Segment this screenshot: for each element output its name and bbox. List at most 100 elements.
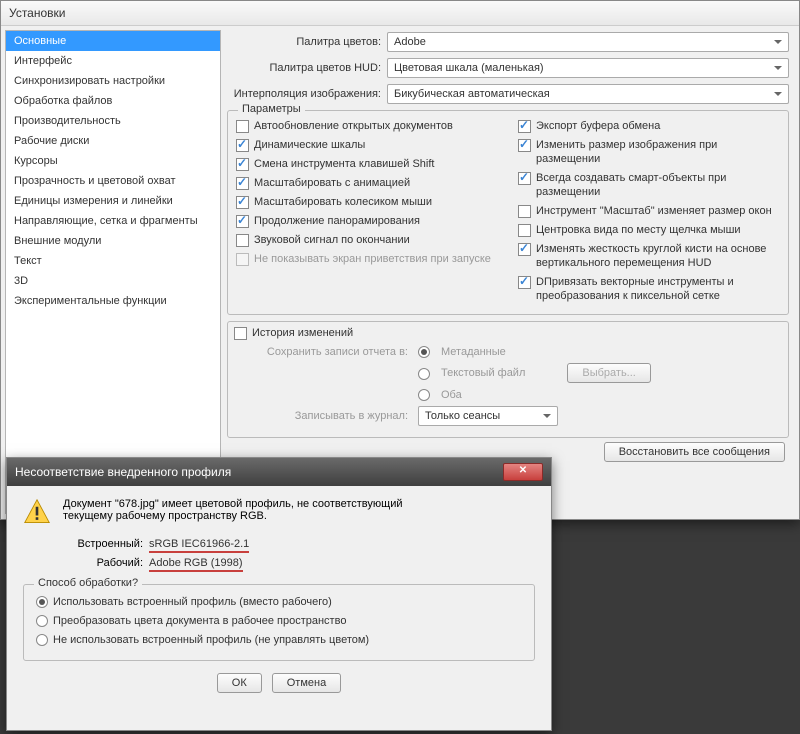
preferences-body: ОсновныеИнтерфейсСинхронизировать настро…: [1, 26, 799, 518]
radio-textfile[interactable]: [418, 368, 430, 380]
checkbox-row: Динамические шкалы: [236, 138, 498, 152]
profile-mismatch-dialog: Несоответствие внедренного профиля ✕ Док…: [6, 457, 552, 731]
sidebar-item[interactable]: Прозрачность и цветовой охват: [6, 171, 220, 191]
dialog-title: Несоответствие внедренного профиля: [15, 465, 231, 479]
checkbox-row: Изменить размер изображения при размещен…: [518, 138, 780, 166]
checkbox[interactable]: [236, 158, 249, 171]
radio-textfile-label: Текстовый файл: [441, 367, 525, 379]
choose-button[interactable]: Выбрать...: [567, 363, 650, 383]
checkbox-row: Звуковой сигнал по окончании: [236, 233, 498, 247]
checkbox-row: Масштабировать колесиком мыши: [236, 195, 498, 209]
dialog-titlebar[interactable]: Несоответствие внедренного профиля ✕: [7, 458, 551, 486]
checkbox[interactable]: [236, 120, 249, 133]
checkbox[interactable]: [236, 215, 249, 228]
radio-both-label: Оба: [441, 389, 462, 401]
checkbox[interactable]: [518, 276, 531, 289]
checkbox-label: Инструмент "Масштаб" изменяет размер око…: [536, 204, 772, 218]
close-icon[interactable]: ✕: [503, 463, 543, 481]
checkbox-row: DПривязать векторные инструменты и преоб…: [518, 275, 780, 303]
checkbox[interactable]: [236, 196, 249, 209]
method-legend: Способ обработки?: [34, 577, 142, 589]
checkbox-row: Инструмент "Масштаб" изменяет размер око…: [518, 204, 780, 218]
working-value: Adobe RGB (1998): [149, 557, 243, 572]
journal-label: Записывать в журнал:: [252, 410, 412, 422]
checkbox-row: Масштабировать с анимацией: [236, 176, 498, 190]
sidebar-item[interactable]: Интерфейс: [6, 51, 220, 71]
radio-convert[interactable]: [36, 615, 48, 627]
params-legend: Параметры: [238, 103, 305, 115]
checkbox-label: Центровка вида по месту щелчка мыши: [536, 223, 741, 237]
working-label: Рабочий:: [63, 557, 149, 572]
radio-both[interactable]: [418, 389, 430, 401]
restore-button[interactable]: Восстановить все сообщения: [604, 442, 785, 462]
checkbox-row: Экспорт буфера обмена: [518, 119, 780, 133]
sidebar-item[interactable]: Рабочие диски: [6, 131, 220, 151]
sidebar-item[interactable]: Текст: [6, 251, 220, 271]
sidebar-item[interactable]: Курсоры: [6, 151, 220, 171]
checkbox: [236, 253, 249, 266]
cancel-button[interactable]: Отмена: [272, 673, 341, 693]
radio-discard[interactable]: [36, 634, 48, 646]
sidebar-item[interactable]: 3D: [6, 271, 220, 291]
radio-metadata-label: Метаданные: [441, 346, 506, 358]
interp-label: Интерполяция изображения:: [227, 88, 387, 100]
preferences-window: Установки ОсновныеИнтерфейсСинхронизиров…: [0, 0, 800, 520]
preferences-title: Установки: [9, 6, 65, 20]
radio-use-embedded[interactable]: [36, 596, 48, 608]
embedded-value: sRGB IEC61966-2.1: [149, 538, 249, 553]
checkbox[interactable]: [518, 205, 531, 218]
checkbox-label: Автообновление открытых документов: [254, 119, 453, 133]
checkbox-row: Центровка вида по месту щелчка мыши: [518, 223, 780, 237]
warning-text: Документ "678.jpg" имеет цветовой профил…: [63, 498, 403, 526]
radio-use-embedded-label: Использовать встроенный профиль (вместо …: [53, 596, 332, 608]
history-label: История изменений: [252, 326, 353, 340]
checkbox[interactable]: [236, 234, 249, 247]
checkbox[interactable]: [236, 177, 249, 190]
radio-convert-label: Преобразовать цвета документа в рабочее …: [53, 615, 346, 627]
checkbox-label: Продолжение панорамирования: [254, 214, 420, 228]
checkbox[interactable]: [518, 172, 531, 185]
checkbox-label: Динамические шкалы: [254, 138, 365, 152]
ok-button[interactable]: ОК: [217, 673, 262, 693]
checkbox-row: Не показывать экран приветствия при запу…: [236, 252, 498, 266]
radio-discard-label: Не использовать встроенный профиль (не у…: [53, 634, 369, 646]
history-fieldset: История изменений Сохранить записи отчет…: [227, 321, 789, 438]
checkbox-row: Изменять жесткость круглой кисти на осно…: [518, 242, 780, 270]
sidebar-item[interactable]: Синхронизировать настройки: [6, 71, 220, 91]
sidebar-item[interactable]: Производительность: [6, 111, 220, 131]
checkbox-label: Масштабировать с анимацией: [254, 176, 410, 190]
journal-select[interactable]: Только сеансы: [418, 406, 558, 426]
sidebar-item[interactable]: Направляющие, сетка и фрагменты: [6, 211, 220, 231]
checkbox[interactable]: [518, 120, 531, 133]
sidebar-item[interactable]: Единицы измерения и линейки: [6, 191, 220, 211]
preferences-titlebar[interactable]: Установки: [1, 1, 799, 26]
save-label: Сохранить записи отчета в:: [252, 346, 412, 358]
color-picker-select[interactable]: Adobe: [387, 32, 789, 52]
checkbox[interactable]: [518, 243, 531, 256]
checkbox-label: Экспорт буфера обмена: [536, 119, 660, 133]
method-fieldset: Способ обработки? Использовать встроенны…: [23, 584, 535, 661]
checkbox[interactable]: [236, 139, 249, 152]
hud-select[interactable]: Цветовая шкала (маленькая): [387, 58, 789, 78]
checkbox-row: Смена инструмента клавишей Shift: [236, 157, 498, 171]
interp-select[interactable]: Бикубическая автоматическая: [387, 84, 789, 104]
params-fieldset: Параметры Автообновление открытых докуме…: [227, 110, 789, 315]
checkbox-label: Звуковой сигнал по окончании: [254, 233, 410, 247]
radio-metadata[interactable]: [418, 346, 430, 358]
palette-label: Палитра цветов:: [227, 36, 387, 48]
sidebar-item[interactable]: Основные: [6, 31, 220, 51]
content: Палитра цветов: Adobe Палитра цветов HUD…: [225, 26, 799, 518]
sidebar-item[interactable]: Обработка файлов: [6, 91, 220, 111]
checkbox-label: Масштабировать колесиком мыши: [254, 195, 432, 209]
checkbox-label: Не показывать экран приветствия при запу…: [254, 252, 491, 266]
checkbox[interactable]: [518, 139, 531, 152]
checkbox-label: Изменить размер изображения при размещен…: [536, 138, 780, 166]
sidebar-item[interactable]: Внешние модули: [6, 231, 220, 251]
sidebar-item[interactable]: Экспериментальные функции: [6, 291, 220, 311]
checkbox-row: Всегда создавать смарт-объекты при разме…: [518, 171, 780, 199]
checkbox-label: DПривязать векторные инструменты и преоб…: [536, 275, 780, 303]
checkbox-row: Автообновление открытых документов: [236, 119, 498, 133]
history-checkbox[interactable]: [234, 327, 247, 340]
checkbox-row: Продолжение панорамирования: [236, 214, 498, 228]
checkbox[interactable]: [518, 224, 531, 237]
